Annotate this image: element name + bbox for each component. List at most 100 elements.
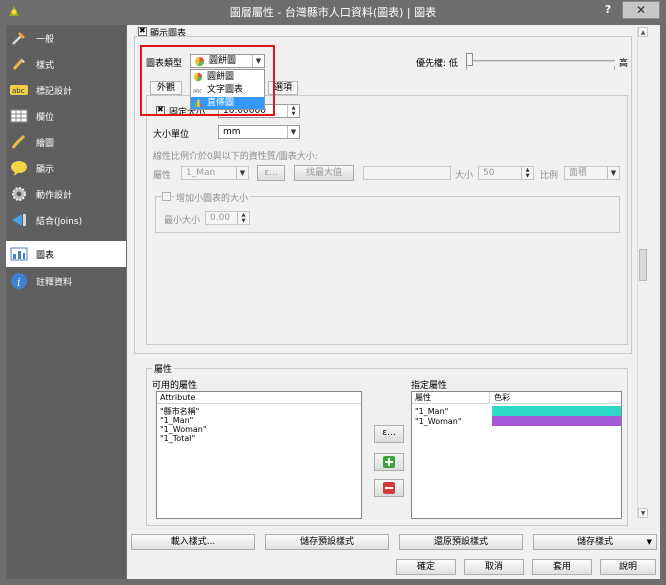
apply-button[interactable]: 套用 xyxy=(532,559,592,575)
list-item[interactable]: "縣市名稱" xyxy=(160,407,199,416)
close-button[interactable]: ✕ xyxy=(622,1,660,19)
title-bar: 圖層屬性 - 台灣縣市人口資料(圖表) | 圖表 ? ✕ xyxy=(0,0,666,23)
speech-bubble-icon xyxy=(11,161,27,176)
increase-small-checkbox[interactable] xyxy=(162,192,171,201)
paintbrush-icon xyxy=(12,58,25,70)
list-item[interactable]: "1_Woman" xyxy=(160,425,207,434)
restore-default-style-button[interactable]: 還原預設樣式 xyxy=(399,534,523,550)
min-size-spinbox[interactable]: 0.00 ▲ ▼ xyxy=(205,211,250,225)
list-item[interactable]: "1_Man" xyxy=(160,416,193,425)
plus-icon xyxy=(383,456,395,468)
min-size-value: 0.00 xyxy=(210,213,231,223)
help-title-button[interactable]: ? xyxy=(598,3,618,19)
size-unit-label: 大小單位 xyxy=(153,130,190,140)
available-attributes-label: 可用的屬性 xyxy=(152,381,198,391)
gear-icon xyxy=(12,187,26,201)
priority-slider-ticks xyxy=(466,66,615,70)
brush-icon xyxy=(11,134,26,149)
assigned-attr-cell[interactable]: "1_Woman" xyxy=(415,417,462,426)
cancel-button[interactable]: 取消 xyxy=(464,559,524,575)
sidebar-item-label: 樣式 xyxy=(36,61,55,71)
scroll-up-icon[interactable]: ▲ xyxy=(638,27,648,37)
sidebar-item-label: 動作設計 xyxy=(36,191,73,201)
sidebar-item-labels[interactable]: abc 標記設計 xyxy=(6,77,126,103)
min-size-label: 最小大小 xyxy=(164,216,201,226)
assigned-attr-cell[interactable]: "1_Man" xyxy=(415,407,448,416)
display-chart-checkbox[interactable] xyxy=(138,26,147,36)
sidebar-item-actions[interactable]: 動作設計 xyxy=(6,181,126,207)
sidebar-item-fields[interactable]: 欄位 xyxy=(6,103,126,129)
wrench-icon xyxy=(12,32,25,45)
scale-method-value: 面積 xyxy=(569,168,588,178)
table-icon xyxy=(10,109,28,123)
save-style-label: 儲存樣式 xyxy=(576,537,613,547)
priority-high-label: 高 xyxy=(619,59,629,69)
scale-attribute-combo[interactable]: 1_Man ▼ xyxy=(181,166,249,180)
scale-method-combo[interactable]: 面積 ▼ xyxy=(564,166,620,180)
sidebar-item-joins[interactable]: 結合(Joins) xyxy=(6,207,126,233)
color-swatch-woman[interactable] xyxy=(492,416,621,426)
available-attributes-header: Attribute xyxy=(157,392,361,404)
color-swatch-man[interactable] xyxy=(492,406,621,416)
size-spinbox[interactable]: 50 ▲ ▼ xyxy=(478,166,534,180)
assigned-header-attribute: 屬性 xyxy=(412,392,490,404)
sidebar-item-diagrams[interactable]: 圖表 xyxy=(6,241,126,267)
highlight-box xyxy=(140,45,275,116)
priority-slider-handle[interactable] xyxy=(466,53,473,66)
main-scrollbar[interactable]: ▲ ▼ xyxy=(637,27,648,518)
size-label: 大小 xyxy=(455,171,474,181)
sidebar-item-label: 圖表 xyxy=(36,251,55,261)
find-max-button[interactable]: 找最大值 xyxy=(294,165,354,181)
spin-arrows-icon[interactable]: ▲ ▼ xyxy=(237,212,249,224)
priority-slider-track[interactable] xyxy=(466,60,615,62)
sidebar: 一般 樣式 abc 標記設計 欄位 繪圖 顯示 動作設計 結合(Joins) 圖… xyxy=(6,25,126,579)
help-button[interactable]: 說明 xyxy=(600,559,656,575)
spin-arrows-icon[interactable]: ▲ ▼ xyxy=(521,167,533,179)
sidebar-item-label: 結合(Joins) xyxy=(36,217,83,227)
sidebar-item-rendering[interactable]: 繪圖 xyxy=(6,129,126,155)
scale-attribute-value: 1_Man xyxy=(186,168,216,178)
scroll-down-icon[interactable]: ▼ xyxy=(638,508,648,518)
size-value: 50 xyxy=(483,168,495,178)
sidebar-item-label: 標記設計 xyxy=(36,87,73,97)
dialog-window: 圖層屬性 - 台灣縣市人口資料(圖表) | 圖表 ? ✕ 一般 樣式 abc 標… xyxy=(0,0,666,585)
window-title: 圖層屬性 - 台灣縣市人口資料(圖表) | 圖表 xyxy=(229,6,437,19)
abc-label-icon: abc xyxy=(10,85,28,95)
scale-label: 比例 xyxy=(540,171,559,181)
chevron-down-icon[interactable]: ▼ xyxy=(647,535,652,549)
list-item[interactable]: "1_Total" xyxy=(160,434,195,443)
chevron-down-icon[interactable]: ▼ xyxy=(607,167,619,179)
add-attribute-button[interactable] xyxy=(374,453,404,471)
available-attributes-list[interactable]: Attribute "縣市名稱" "1_Man" "1_Woman" "1_To… xyxy=(156,391,362,519)
scale-expression-button[interactable]: ε... xyxy=(257,165,285,181)
chevron-down-icon[interactable]: ▼ xyxy=(287,126,299,138)
sidebar-item-metadata[interactable]: i 註釋資料 xyxy=(6,268,126,294)
remove-attribute-button[interactable] xyxy=(374,479,404,497)
sidebar-item-general[interactable]: 一般 xyxy=(6,25,126,51)
chevron-down-icon[interactable]: ▼ xyxy=(236,167,248,179)
assigned-attributes-table[interactable]: 屬性 色彩 "1_Man" "1_Woman" xyxy=(411,391,622,519)
save-style-button[interactable]: 儲存樣式 ▼ xyxy=(533,534,657,550)
assigned-attributes-label: 指定屬性 xyxy=(411,381,448,391)
size-unit-combo[interactable]: mm ▼ xyxy=(218,125,300,139)
spin-arrows-icon[interactable]: ▲ ▼ xyxy=(287,105,299,117)
priority-label: 優先權: 低 xyxy=(416,59,458,69)
join-icon xyxy=(12,214,26,226)
assigned-header-color: 色彩 xyxy=(491,392,621,404)
increase-small-label: 增加小圖表的大小 xyxy=(174,191,251,204)
attributes-group-label: 屬性 xyxy=(152,362,175,375)
attribute-expression-button[interactable]: ε... xyxy=(374,425,404,443)
scrollbar-thumb[interactable] xyxy=(639,249,647,281)
sidebar-item-display[interactable]: 顯示 xyxy=(6,155,126,181)
sidebar-item-label: 繪圖 xyxy=(36,139,55,149)
save-default-style-button[interactable]: 儲存預設樣式 xyxy=(265,534,389,550)
sidebar-item-label: 顯示 xyxy=(36,165,55,175)
sidebar-item-label: 一般 xyxy=(36,35,55,45)
minus-icon xyxy=(383,482,395,494)
max-value-input[interactable] xyxy=(363,166,451,180)
sidebar-item-style[interactable]: 樣式 xyxy=(6,51,126,77)
ok-button[interactable]: 確定 xyxy=(396,559,456,575)
sidebar-item-label: 欄位 xyxy=(36,113,55,123)
chart-icon xyxy=(10,247,28,261)
load-style-button[interactable]: 載入樣式... xyxy=(131,534,255,550)
